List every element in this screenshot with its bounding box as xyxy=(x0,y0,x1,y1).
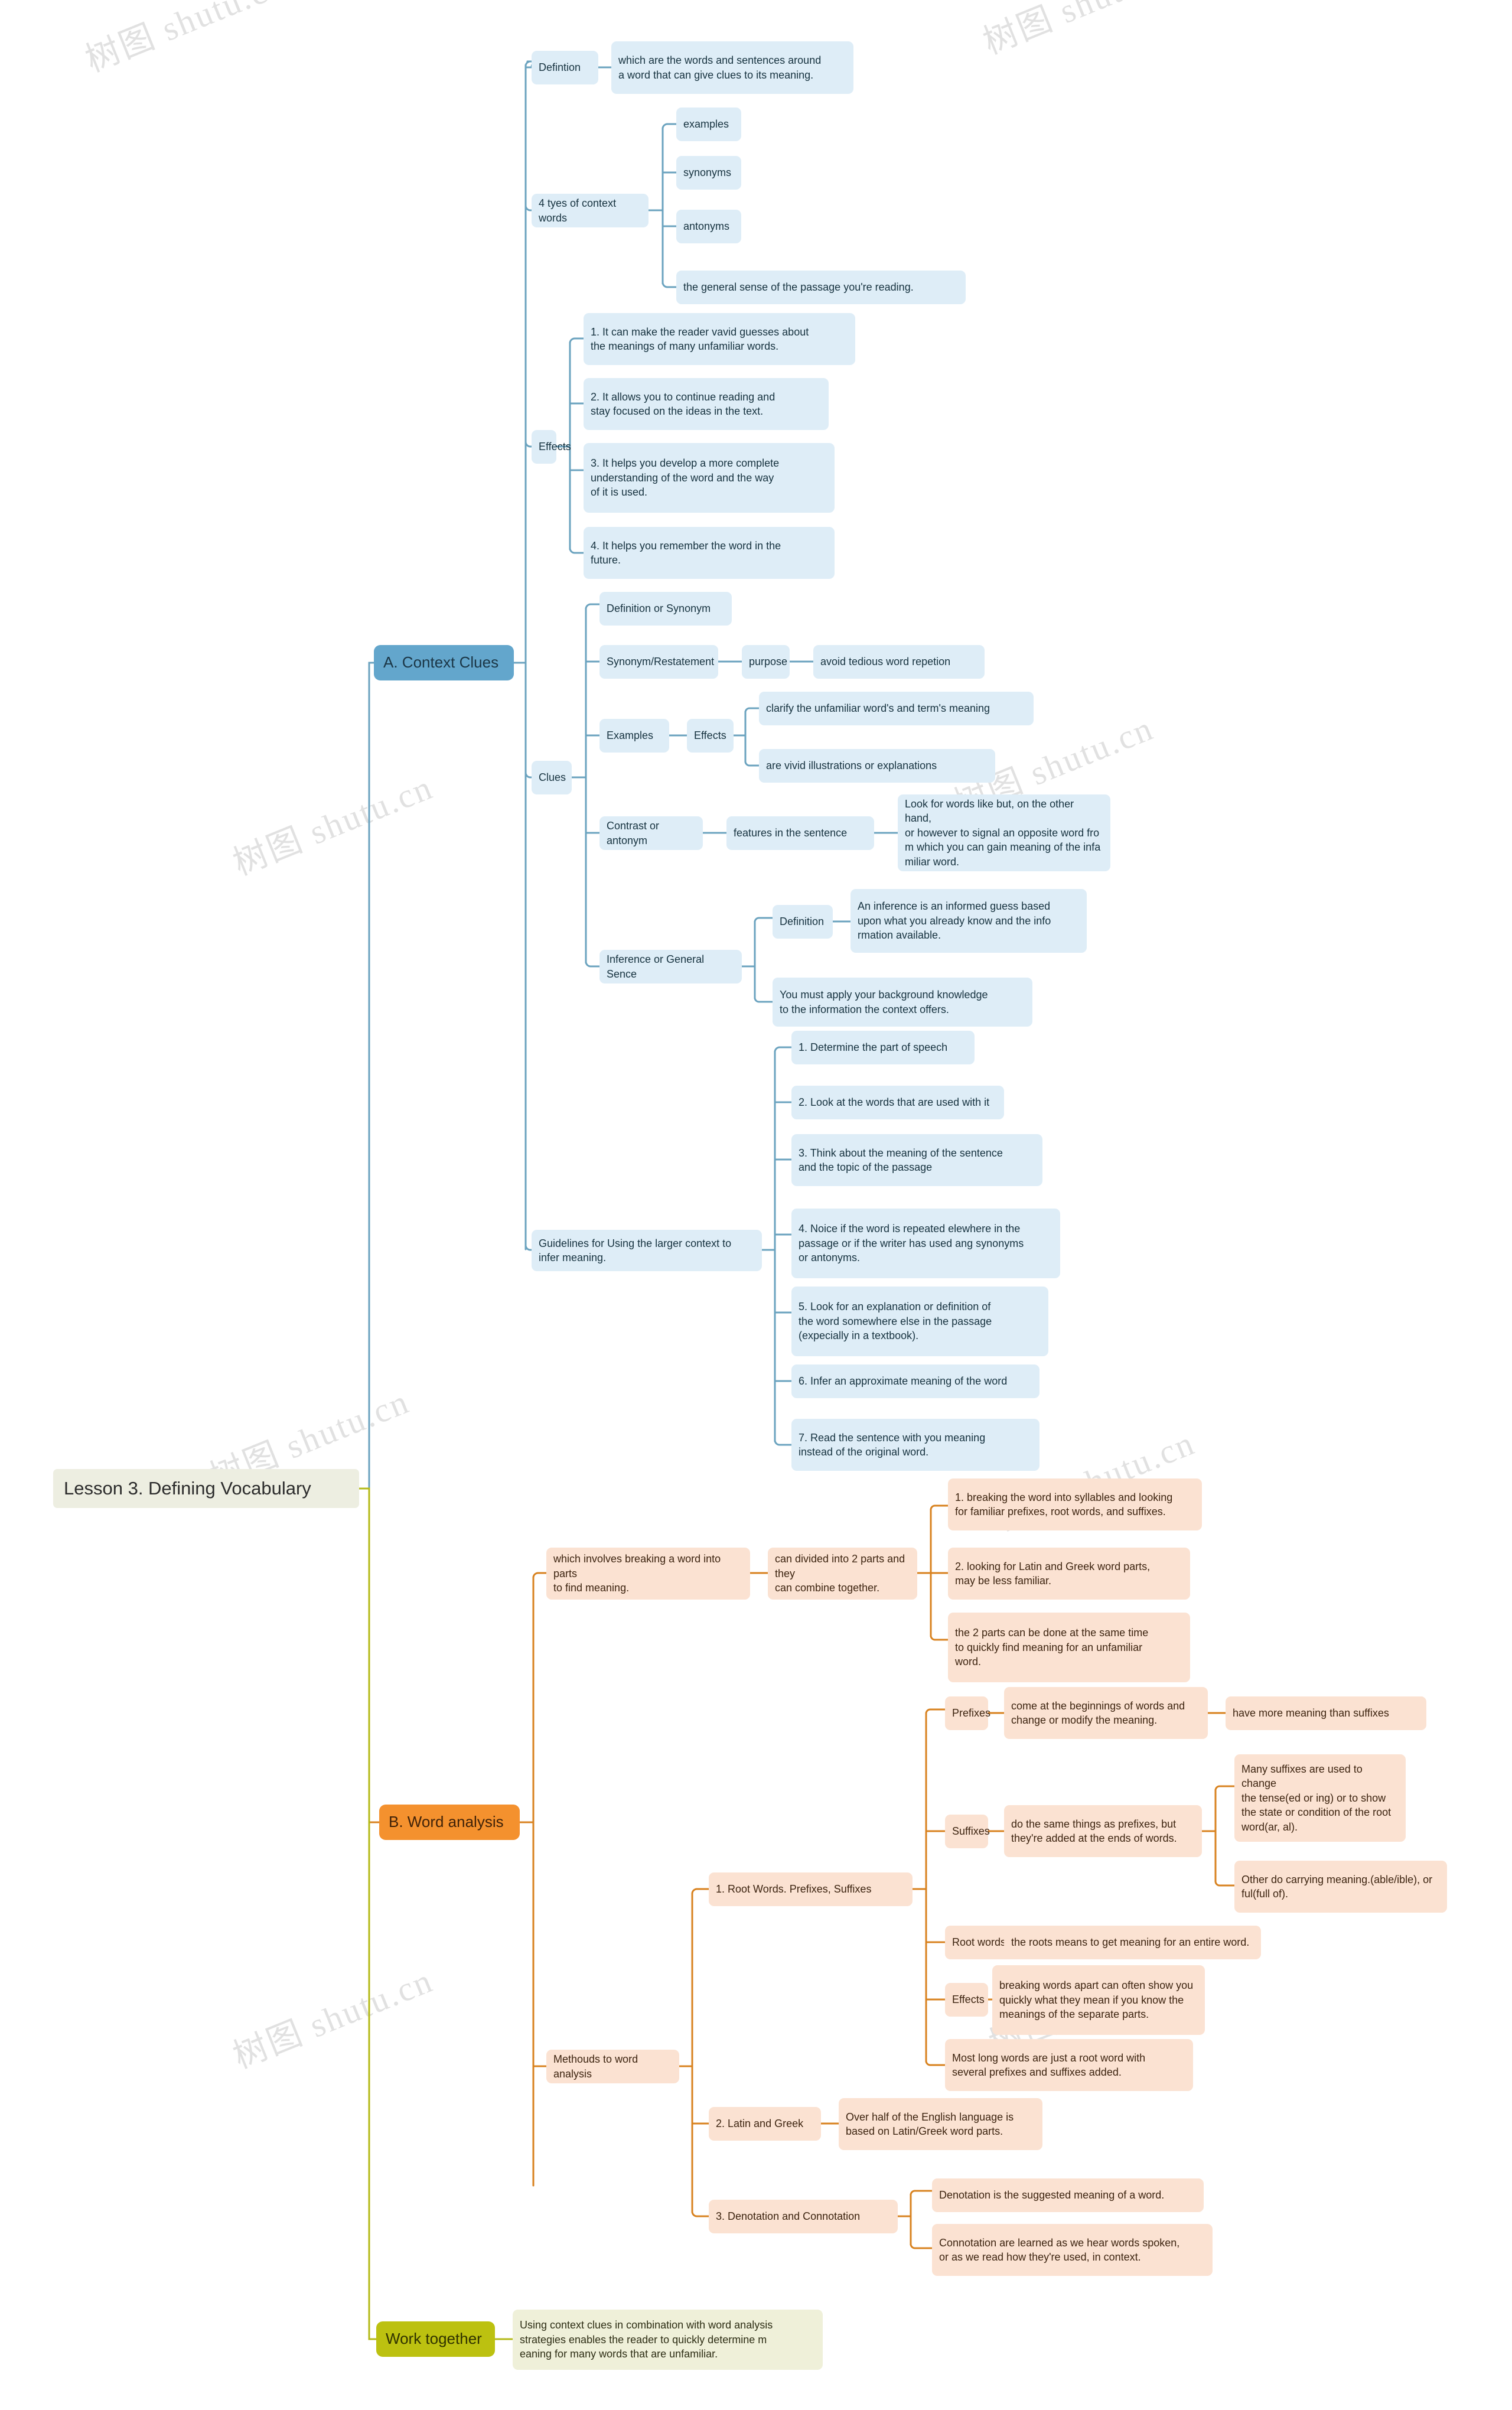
node-four-types[interactable]: 4 tyes of context words xyxy=(532,194,649,227)
node-wa-effects[interactable]: Effects xyxy=(945,1983,988,2017)
node-guidelines[interactable]: Guidelines for Using the larger context … xyxy=(532,1230,762,1271)
node-guideline-5[interactable]: 5. Look for an explanation or definition… xyxy=(791,1287,1048,1356)
node-clue-inference-apply[interactable]: You must apply your background knowledge… xyxy=(773,978,1032,1027)
root-node[interactable]: Lesson 3. Defining Vocabulary xyxy=(53,1469,359,1508)
node-wa-methods[interactable]: Methouds to word analysis xyxy=(546,2050,679,2083)
node-clue-contrast-text[interactable]: Look for words like but, on the other ha… xyxy=(898,794,1110,871)
watermark: 树图 shutu.cn xyxy=(227,767,439,883)
node-defintion-text[interactable]: which are the words and sentences around… xyxy=(611,41,853,94)
node-clue-synonym-restatement[interactable]: Synonym/Restatement xyxy=(599,645,718,679)
node-wa-method-3[interactable]: 3. Denotation and Connotation xyxy=(709,2200,898,2233)
node-clue-contrast[interactable]: Contrast or antonym xyxy=(599,816,703,850)
node-four-types-antonyms[interactable]: antonyms xyxy=(676,210,741,243)
node-guideline-7[interactable]: 7. Read the sentence with you meaning in… xyxy=(791,1419,1040,1471)
node-clue-contrast-features[interactable]: features in the sentence xyxy=(726,816,874,850)
mindmap-canvas: 树图 shutu.cn 树图 shutu.cn 树图 shutu.cn 树图 s… xyxy=(0,0,1512,2410)
node-wa-suffixes-item-1[interactable]: Many suffixes are used to change the ten… xyxy=(1234,1754,1406,1842)
node-clue-examples[interactable]: Examples xyxy=(599,719,669,753)
node-wa-method-2-text[interactable]: Over half of the English language is bas… xyxy=(839,2098,1042,2150)
node-clue-purpose-text[interactable]: avoid tedious word repetion xyxy=(813,645,985,679)
node-clue-inference-definition[interactable]: Definition xyxy=(773,905,833,939)
node-wa-prefixes[interactable]: Prefixes xyxy=(945,1696,990,1730)
node-wa-method-2[interactable]: 2. Latin and Greek xyxy=(709,2107,821,2141)
node-work-together-text[interactable]: Using context clues in combination with … xyxy=(513,2310,823,2370)
node-effects-item-1[interactable]: 1. It can make the reader vavid guesses … xyxy=(584,313,855,365)
node-wa-divided-item-1[interactable]: 1. breaking the word into syllables and … xyxy=(948,1478,1202,1530)
node-four-types-examples[interactable]: examples xyxy=(676,108,741,141)
node-wa-divided[interactable]: can divided into 2 parts and they can co… xyxy=(768,1548,917,1600)
node-effects-item-4[interactable]: 4. It helps you remember the word in the… xyxy=(584,527,835,579)
node-wa-most-long[interactable]: Most long words are just a root word wit… xyxy=(945,2039,1193,2091)
node-clue-definition-or-synonym[interactable]: Definition or Synonym xyxy=(599,592,732,626)
node-four-types-general-sense[interactable]: the general sense of the passage you're … xyxy=(676,271,966,304)
node-wa-root-words-text[interactable]: the roots means to get meaning for an en… xyxy=(1004,1926,1261,1959)
node-guideline-1[interactable]: 1. Determine the part of speech xyxy=(791,1031,975,1064)
node-clues[interactable]: Clues xyxy=(532,761,572,794)
node-wa-suffixes[interactable]: Suffixes xyxy=(945,1815,990,1848)
node-guideline-3[interactable]: 3. Think about the meaning of the senten… xyxy=(791,1134,1042,1186)
node-wa-method-3-item-2[interactable]: Connotation are learned as we hear words… xyxy=(932,2224,1213,2276)
node-wa-effects-text[interactable]: breaking words apart can often show you … xyxy=(992,1965,1205,2035)
node-wa-suffixes-text[interactable]: do the same things as prefixes, but they… xyxy=(1004,1805,1202,1857)
branch-context-clues[interactable]: A. Context Clues xyxy=(374,645,514,680)
node-wa-suffixes-item-2[interactable]: Other do carrying meaning.(able/ible), o… xyxy=(1234,1861,1447,1913)
node-defintion[interactable]: Defintion xyxy=(532,51,598,84)
node-wa-method-1[interactable]: 1. Root Words. Prefixes, Suffixes xyxy=(709,1872,913,1906)
watermark: 树图 shutu.cn xyxy=(80,0,291,80)
node-wa-divided-item-3[interactable]: the 2 parts can be done at the same time… xyxy=(948,1613,1190,1682)
node-wa-prefixes-text[interactable]: come at the beginnings of words and chan… xyxy=(1004,1687,1208,1739)
node-clue-inference[interactable]: Inference or General Sence xyxy=(599,950,742,983)
watermark: 树图 shutu.cn xyxy=(977,0,1189,62)
node-wa-involves[interactable]: which involves breaking a word into part… xyxy=(546,1548,750,1600)
node-clue-inference-definition-text[interactable]: An inference is an informed guess based … xyxy=(850,889,1087,953)
node-four-types-synonyms[interactable]: synonyms xyxy=(676,156,741,190)
node-guideline-2[interactable]: 2. Look at the words that are used with … xyxy=(791,1086,1004,1119)
branch-word-analysis[interactable]: B. Word analysis xyxy=(379,1805,520,1840)
node-effects-item-3[interactable]: 3. It helps you develop a more complete … xyxy=(584,443,835,513)
node-clue-examples-effect-2[interactable]: are vivid illustrations or explanations xyxy=(759,749,995,783)
node-wa-prefixes-more[interactable]: have more meaning than suffixes xyxy=(1226,1696,1426,1730)
node-wa-method-3-item-1[interactable]: Denotation is the suggested meaning of a… xyxy=(932,2178,1204,2212)
node-clue-examples-effect-1[interactable]: clarify the unfamiliar word's and term's… xyxy=(759,692,1034,725)
node-effects[interactable]: Effects xyxy=(532,430,571,464)
watermark: 树图 shutu.cn xyxy=(227,1960,439,2076)
node-wa-divided-item-2[interactable]: 2. looking for Latin and Greek word part… xyxy=(948,1548,1190,1600)
node-effects-item-2[interactable]: 2. It allows you to continue reading and… xyxy=(584,378,829,430)
branch-work-together[interactable]: Work together xyxy=(376,2321,495,2357)
node-guideline-6[interactable]: 6. Infer an approximate meaning of the w… xyxy=(791,1364,1040,1398)
node-guideline-4[interactable]: 4. Noice if the word is repeated elewher… xyxy=(791,1209,1060,1278)
node-clue-purpose[interactable]: purpose xyxy=(742,645,790,679)
node-clue-examples-effects[interactable]: Effects xyxy=(687,719,734,753)
